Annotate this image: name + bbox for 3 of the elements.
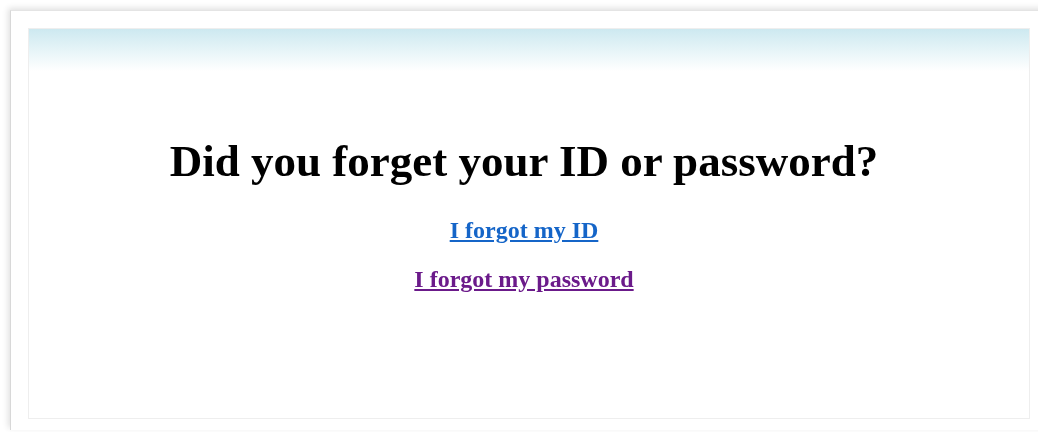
recovery-link[interactable]: I forgot my ID <box>449 217 599 244</box>
recovery-link[interactable]: I forgot my password <box>414 266 634 293</box>
page-heading: Did you forget your ID or password? <box>168 135 880 187</box>
